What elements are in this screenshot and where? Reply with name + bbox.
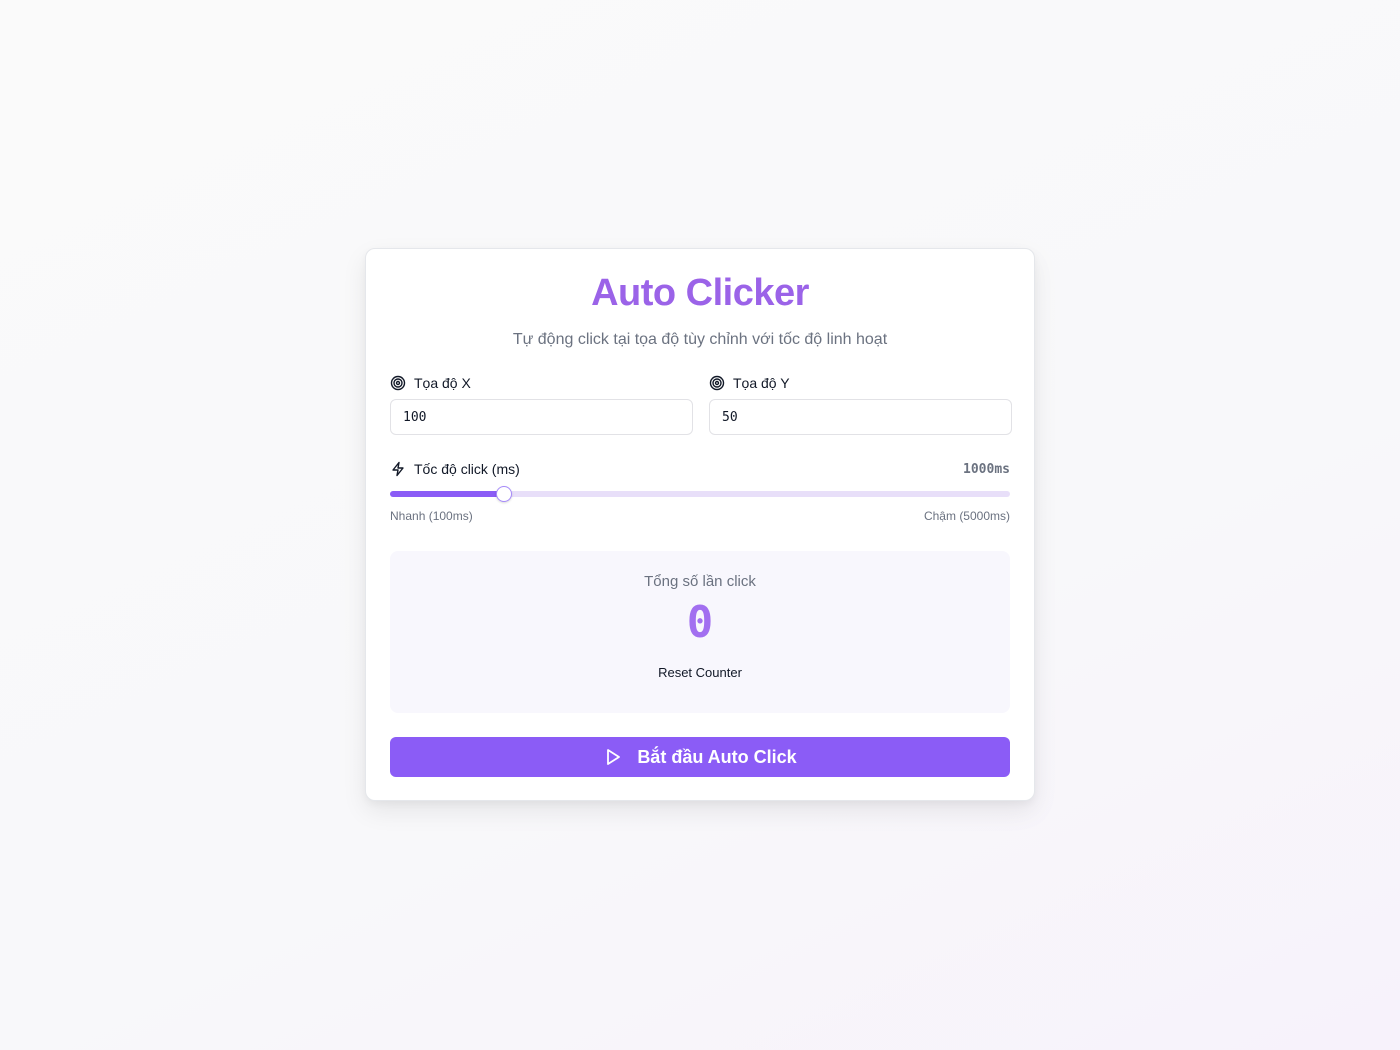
auto-clicker-card: Auto Clicker Tự động click tại tọa độ tù… (365, 248, 1035, 801)
speed-range-labels: Nhanh (100ms) Chậm (5000ms) (390, 509, 1010, 523)
lightning-icon (390, 461, 406, 477)
speed-max-label: Chậm (5000ms) (923, 509, 1010, 523)
coordinate-x-label-row: Tọa độ X (390, 373, 693, 393)
coordinate-x-field: Tọa độ X (390, 373, 693, 435)
speed-label: Tốc độ click (ms) (414, 461, 520, 477)
speed-value: 1000ms (963, 461, 1010, 477)
speed-slider[interactable] (390, 486, 1010, 502)
slider-thumb[interactable] (496, 486, 512, 502)
page-title: Auto Clicker (591, 272, 809, 314)
coordinate-x-input[interactable] (390, 399, 693, 435)
coordinate-y-input[interactable] (709, 399, 1012, 435)
slider-fill (390, 491, 504, 497)
reset-counter-button[interactable]: Reset Counter (652, 663, 748, 682)
target-icon (390, 375, 406, 391)
coordinate-y-label: Tọa độ Y (733, 375, 790, 391)
speed-min-label: Nhanh (100ms) (390, 509, 473, 523)
coordinate-y-field: Tọa độ Y (709, 373, 1012, 435)
coordinate-x-label: Tọa độ X (414, 375, 471, 391)
counter-value: 0 (686, 597, 714, 648)
start-auto-click-button[interactable]: Bắt đầu Auto Click (390, 737, 1010, 777)
target-icon (709, 375, 725, 391)
counter-label: Tổng số lần click (644, 573, 756, 590)
start-button-label: Bắt đầu Auto Click (637, 746, 797, 767)
coordinate-y-label-row: Tọa độ Y (709, 373, 1012, 393)
page-subtitle: Tự động click tại tọa độ tùy chỉnh với t… (512, 331, 888, 348)
click-counter-panel: Tổng số lần click 0 Reset Counter (390, 551, 1010, 713)
play-icon (603, 747, 623, 767)
speed-header: Tốc độ click (ms) 1000ms (390, 459, 1010, 479)
speed-label-row: Tốc độ click (ms) (390, 459, 520, 479)
